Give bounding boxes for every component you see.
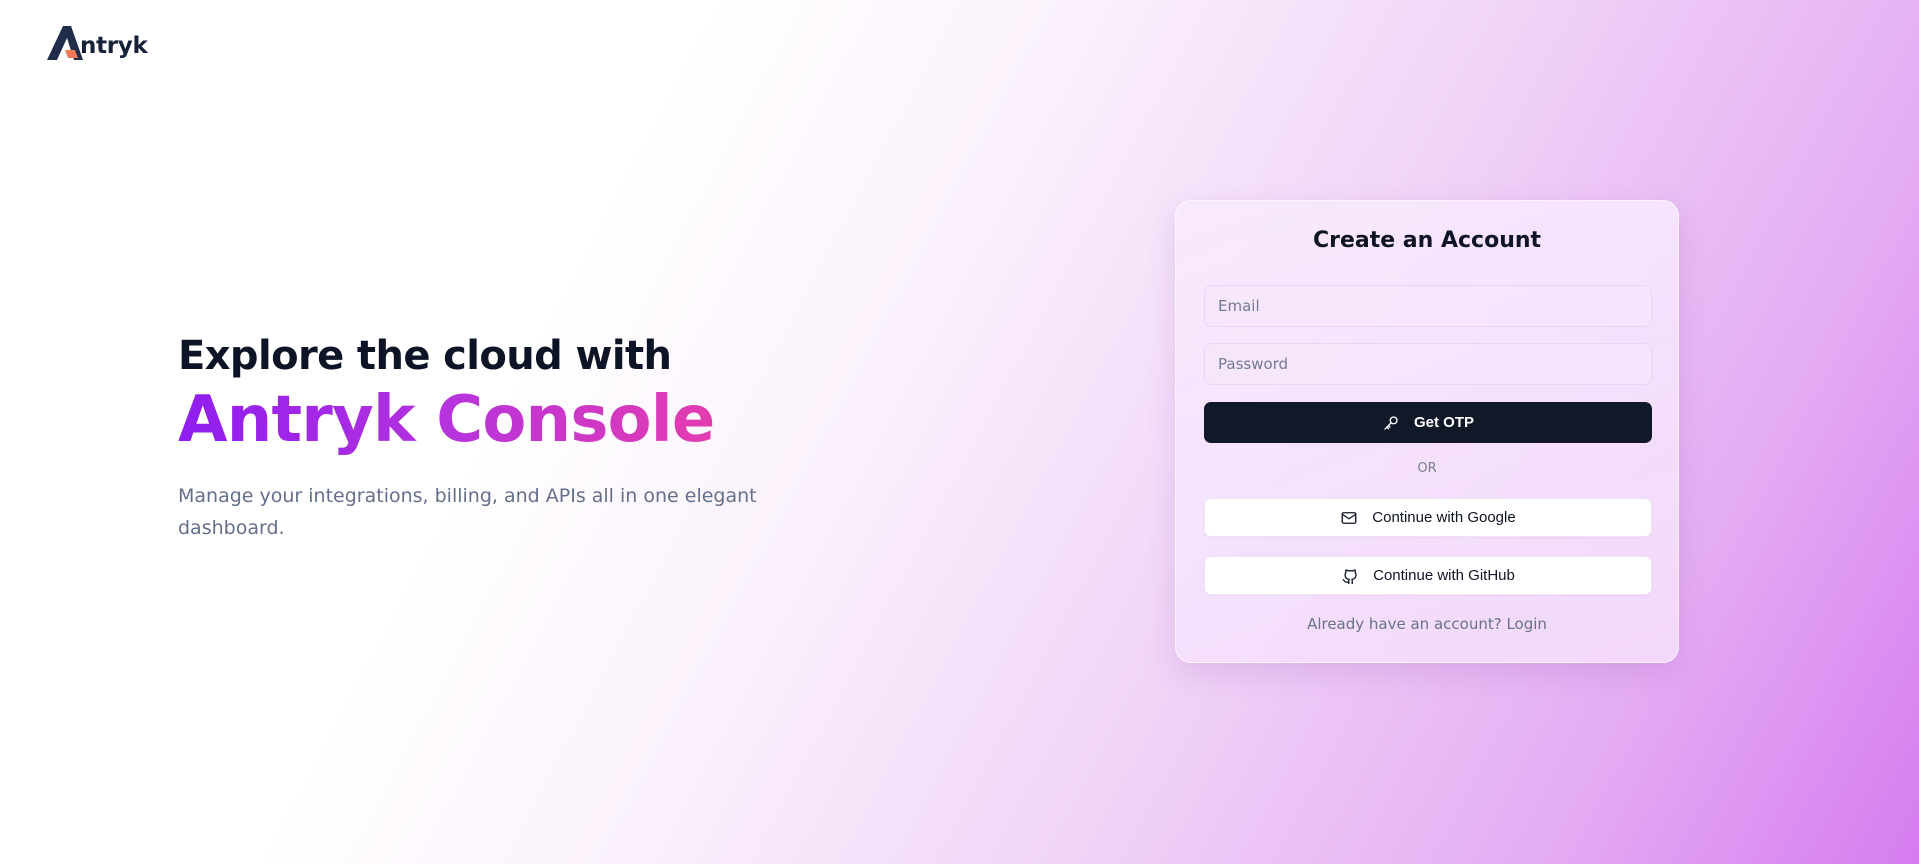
hero-section: Explore the cloud with Antryk Console Ma…: [178, 330, 778, 544]
email-field[interactable]: [1204, 285, 1652, 327]
continue-with-google-button[interactable]: Continue with Google: [1204, 498, 1652, 537]
hero-heading: Explore the cloud with: [178, 333, 672, 379]
mail-icon: [1340, 509, 1358, 527]
key-icon: [1382, 414, 1400, 432]
brand-logo[interactable]: ntryk: [45, 22, 148, 62]
github-icon: [1341, 567, 1359, 585]
get-otp-button[interactable]: Get OTP: [1204, 402, 1652, 443]
google-button-label: Continue with Google: [1372, 509, 1516, 526]
brand-name: ntryk: [80, 33, 148, 59]
login-prompt: Already have an account? Login: [1176, 615, 1678, 633]
get-otp-label: Get OTP: [1413, 414, 1474, 431]
antryk-logo-icon: [47, 26, 83, 60]
signup-card: Create an Account Get OTP OR Continue wi…: [1175, 200, 1679, 663]
password-field[interactable]: [1204, 343, 1652, 385]
continue-with-github-button[interactable]: Continue with GitHub: [1204, 556, 1652, 595]
login-link[interactable]: Login: [1506, 615, 1546, 633]
login-prompt-text: Already have an account?: [1307, 615, 1502, 633]
hero-product-name: Antryk Console: [178, 382, 778, 458]
github-button-label: Continue with GitHub: [1373, 567, 1515, 584]
or-divider: OR: [1417, 461, 1437, 476]
signup-title: Create an Account: [1312, 228, 1542, 253]
hero-subtitle: Manage your integrations, billing, and A…: [178, 485, 757, 539]
